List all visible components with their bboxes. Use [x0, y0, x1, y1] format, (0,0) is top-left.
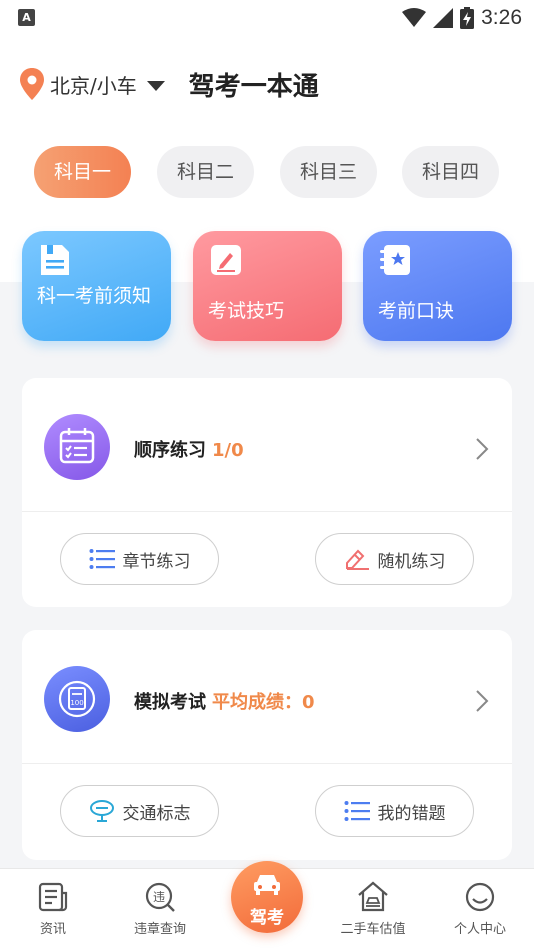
smile-icon — [465, 882, 495, 912]
sequential-practice-title: 顺序练习 1/0 — [134, 436, 244, 462]
traffic-sign-icon — [89, 800, 114, 822]
nav-violation-query[interactable]: 违 违章查询 — [115, 881, 205, 937]
violation-icon: 违 — [145, 882, 175, 912]
chevron-right-icon — [476, 690, 489, 712]
my-mistakes-button[interactable]: 我的错题 — [315, 785, 474, 837]
exam-notice-card[interactable]: 科一考前须知 — [22, 231, 171, 341]
pill-label: 章节练习 — [122, 551, 191, 572]
nav-label: 资讯 — [39, 922, 66, 937]
city-selector[interactable]: 北京/小车 — [50, 70, 137, 99]
chapter-practice-button[interactable]: 章节练习 — [60, 533, 219, 585]
subject-tabs: 科目一 科目二 科目三 科目四 — [0, 146, 534, 198]
mock-exam-title-text: 模拟考试 — [134, 692, 206, 713]
car-icon — [254, 875, 280, 895]
tab-subject-4[interactable]: 科目四 — [402, 146, 499, 198]
practice-title-text: 顺序练习 — [134, 440, 206, 461]
quick-card-label: 考试技巧 — [208, 300, 285, 322]
svg-text:违: 违 — [153, 890, 165, 904]
house-car-icon — [358, 881, 388, 912]
exam-mnemonics-card[interactable]: 考前口诀 — [363, 231, 512, 341]
chevron-right-icon — [476, 438, 489, 460]
mock-exam-row[interactable]: 100 模拟考试 平均成绩：0 — [22, 630, 512, 764]
nav-label: 个人中心 — [453, 922, 506, 937]
nav-used-car-valuation[interactable]: 二手车估值 — [328, 881, 418, 937]
app-title: 驾考一本通 — [188, 71, 319, 102]
status-icons: 3:26 — [402, 4, 522, 32]
chevron-down-icon[interactable] — [146, 80, 165, 91]
battery-charging-icon — [460, 7, 475, 29]
bottom-nav: 资讯 违 违章查询 驾考 二手车估值 个人中心 — [0, 861, 534, 950]
pencil-note-icon — [211, 245, 241, 275]
list-icon — [89, 549, 115, 569]
star-notebook-icon — [380, 245, 410, 275]
nav-profile[interactable]: 个人中心 — [435, 881, 525, 937]
status-bar: A 3:26 — [0, 0, 534, 36]
nav-news[interactable]: 资讯 — [8, 881, 98, 937]
sequential-practice-card: 顺序练习 1/0 章节练习 随机练习 — [22, 378, 512, 607]
quick-card-label: 考前口诀 — [378, 300, 455, 322]
pill-label: 随机练习 — [377, 551, 446, 572]
sequential-practice-row[interactable]: 顺序练习 1/0 — [22, 378, 512, 512]
app-badge-icon: A — [18, 9, 35, 26]
pill-label: 交通标志 — [122, 803, 191, 824]
tab-subject-3[interactable]: 科目三 — [280, 146, 377, 198]
exam-tips-card[interactable]: 考试技巧 — [193, 231, 342, 341]
mock-exam-title: 模拟考试 平均成绩：0 — [134, 688, 315, 714]
tab-subject-2[interactable]: 科目二 — [157, 146, 254, 198]
clock: 3:26 — [481, 6, 522, 29]
mock-exam-card: 100 模拟考试 平均成绩：0 交通标志 我的错题 — [22, 630, 512, 860]
eraser-pencil-icon — [345, 549, 369, 570]
nav-driving-test[interactable]: 驾考 — [231, 861, 303, 933]
signal-icon — [433, 8, 454, 28]
list-icon — [344, 801, 370, 821]
practice-progress: 1/0 — [212, 440, 244, 461]
location-pin-icon[interactable] — [20, 68, 44, 100]
random-practice-button[interactable]: 随机练习 — [315, 533, 474, 585]
nav-center-label: 驾考 — [250, 908, 284, 928]
nav-label: 违章查询 — [133, 922, 186, 937]
pill-label: 我的错题 — [377, 803, 446, 824]
exam-paper-icon: 100 — [44, 666, 110, 732]
header: 北京/小车 驾考一本通 — [20, 62, 319, 106]
traffic-signs-button[interactable]: 交通标志 — [60, 785, 219, 837]
quick-card-label: 科一考前须知 — [37, 285, 152, 307]
news-icon — [38, 882, 68, 912]
svg-text:100: 100 — [70, 699, 83, 707]
calendar-list-icon — [44, 414, 110, 480]
tab-subject-1[interactable]: 科目一 — [34, 146, 131, 198]
average-score: 平均成绩：0 — [212, 692, 315, 713]
nav-label: 二手车估值 — [340, 922, 406, 937]
wifi-icon — [402, 8, 427, 27]
document-icon — [41, 245, 69, 275]
